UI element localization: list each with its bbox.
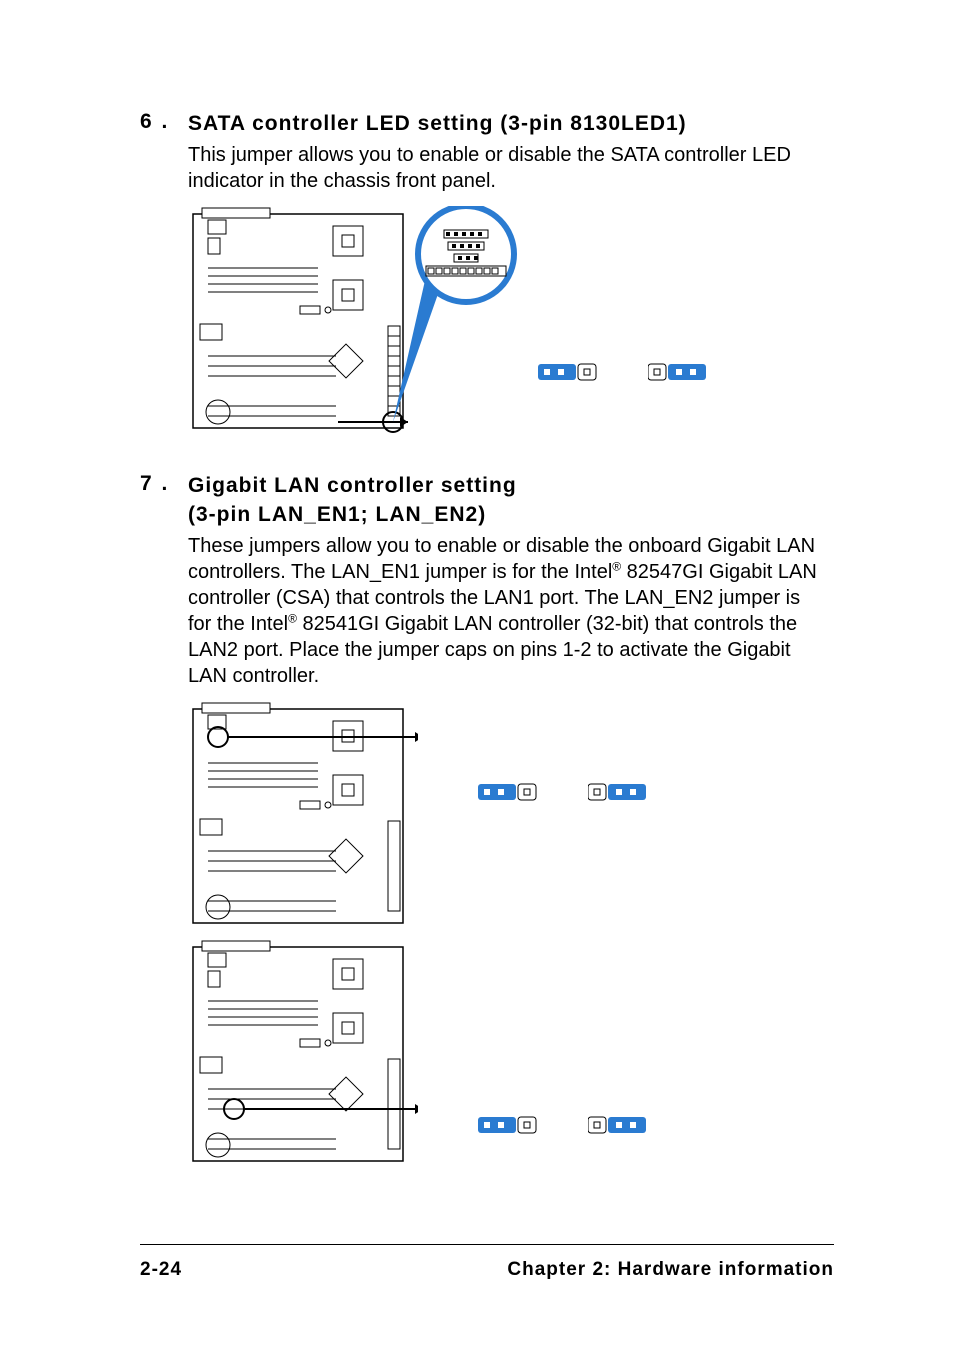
section-6-title: SATA controller LED setting (3-pin 8130L… (188, 110, 687, 138)
registered-mark-icon: ® (288, 611, 297, 625)
page-footer: 2-24 Chapter 2: Hardware information (140, 1244, 834, 1281)
jumper-setting-12-icon (478, 781, 538, 803)
jumper-setting-23-icon (648, 361, 708, 383)
section-7: 7 . Gigabit LAN controller setting (3-pi… (140, 472, 834, 1169)
jumper-setting-23-icon (588, 781, 648, 803)
footer-rule (140, 1244, 834, 1245)
jumper-setting-12-icon (538, 361, 598, 383)
section-7-body: These jumpers allow you to enable or dis… (188, 533, 828, 689)
page: 6 . SATA controller LED setting (3-pin 8… (0, 0, 954, 1351)
figure-7a (188, 701, 834, 931)
section-7-number: 7 . (140, 472, 188, 496)
figure-6 (188, 206, 834, 436)
section-6-number: 6 . (140, 110, 188, 134)
section-6-body: This jumper allows you to enable or disa… (188, 142, 828, 194)
section-7-title-line2: (3-pin LAN_EN1; LAN_EN2) (188, 501, 517, 529)
registered-mark-icon: ® (612, 559, 621, 573)
section-6: 6 . SATA controller LED setting (3-pin 8… (140, 110, 834, 436)
figure-7b (188, 939, 834, 1169)
page-number: 2-24 (140, 1259, 182, 1281)
motherboard-diagram-1 (188, 206, 518, 436)
motherboard-diagram-3 (188, 939, 418, 1169)
jumper-setting-12-icon (478, 1114, 538, 1136)
section-7-title-line1: Gigabit LAN controller setting (188, 472, 517, 500)
jumper-setting-23-icon (588, 1114, 648, 1136)
chapter-title: Chapter 2: Hardware information (507, 1259, 834, 1281)
motherboard-diagram-2 (188, 701, 418, 931)
